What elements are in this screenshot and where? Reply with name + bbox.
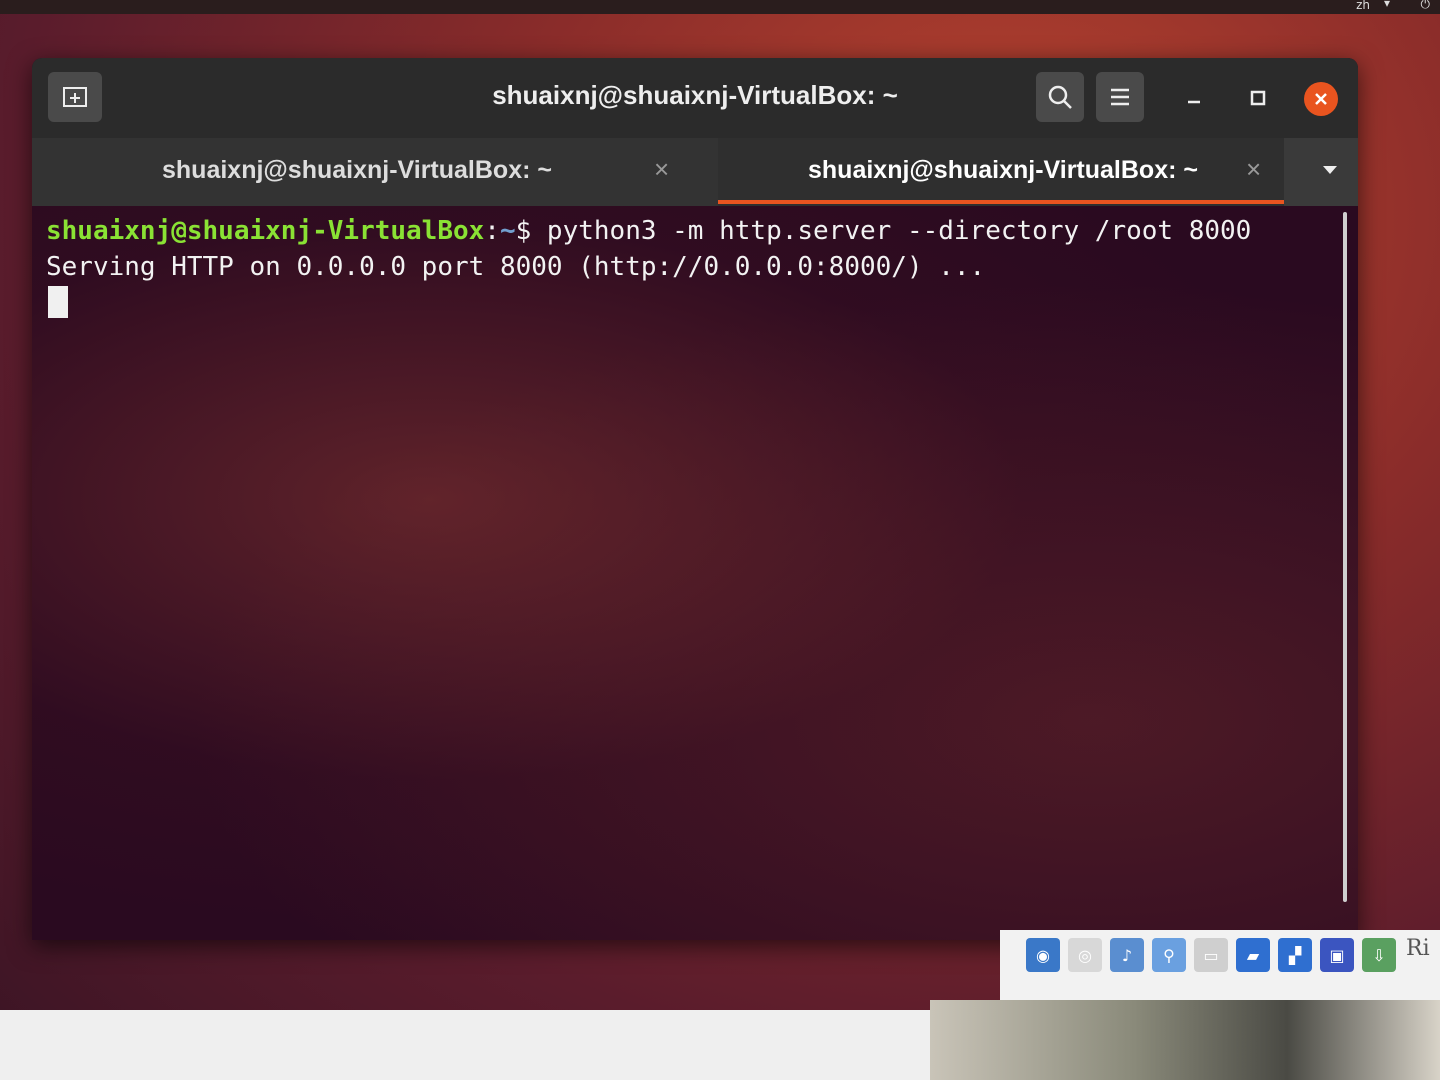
- tab-label: shuaixnj@shuaixnj-VirtualBox: ~: [162, 156, 552, 184]
- host-icon-tray: ◉ ◎ ♪ ⚲ ▭ ▰ ▞ ▣ ⇩: [1026, 938, 1396, 972]
- optical-drive-icon[interactable]: ◎: [1068, 938, 1102, 972]
- text-cursor: [48, 286, 68, 318]
- search-icon: [1048, 85, 1072, 109]
- network-icon[interactable]: ◉: [1026, 938, 1060, 972]
- command-line: shuaixnj@shuaixnj-VirtualBox:~$ python3 …: [46, 216, 1251, 246]
- input-language-indicator[interactable]: zh: [1356, 0, 1370, 12]
- tab-terminal-2-active[interactable]: shuaixnj@shuaixnj-VirtualBox: ~ ×: [718, 138, 1284, 206]
- minimize-icon: [1188, 100, 1200, 104]
- menu-button[interactable]: [1096, 72, 1144, 122]
- close-button[interactable]: [1304, 82, 1338, 116]
- tab-bar: shuaixnj@shuaixnj-VirtualBox: ~ × shuaix…: [32, 138, 1358, 206]
- terminal-output-area[interactable]: shuaixnj@shuaixnj-VirtualBox:~$ python3 …: [32, 206, 1358, 940]
- hamburger-menu-icon: [1111, 88, 1129, 106]
- prompt-symbol: $: [515, 216, 547, 246]
- prompt-path: ~: [499, 216, 516, 246]
- tab-close-icon[interactable]: ×: [1246, 154, 1261, 185]
- cpu-icon[interactable]: ▣: [1320, 938, 1354, 972]
- prompt-user: shuaixnj@shuaixnj-VirtualBox: [46, 216, 485, 246]
- terminal-window: shuaixnj@shuaixnj-VirtualBox: ~ shuaixnj…: [32, 58, 1358, 940]
- chevron-down-icon[interactable]: ▾: [1384, 0, 1390, 10]
- system-top-bar: zh ▾ ⏻: [0, 0, 1440, 14]
- window-title: shuaixnj@shuaixnj-VirtualBox: ~: [492, 80, 898, 110]
- search-button[interactable]: [1036, 72, 1084, 122]
- tabs-dropdown-button[interactable]: [1318, 158, 1342, 182]
- display-icon[interactable]: ▰: [1236, 938, 1270, 972]
- minimize-button[interactable]: [1176, 80, 1212, 116]
- tab-terminal-1[interactable]: shuaixnj@shuaixnj-VirtualBox: ~ ×: [32, 138, 718, 206]
- screen-bottom-edge: [0, 1010, 930, 1080]
- close-icon: [1315, 93, 1327, 105]
- maximize-icon: [1250, 90, 1266, 106]
- output-line: Serving HTTP on 0.0.0.0 port 8000 (http:…: [46, 252, 986, 282]
- usb-icon[interactable]: ⚲: [1152, 938, 1186, 972]
- host-background-photo: [930, 1000, 1440, 1080]
- tab-close-icon[interactable]: ×: [654, 154, 669, 185]
- command-text: python3 -m http.server --directory /root…: [546, 216, 1252, 246]
- audio-icon[interactable]: ♪: [1110, 938, 1144, 972]
- prompt-separator: :: [484, 216, 500, 246]
- maximize-button[interactable]: [1240, 80, 1276, 116]
- power-icon[interactable]: ⏻: [1421, 0, 1431, 12]
- triangle-down-icon: [1323, 166, 1337, 174]
- window-titlebar[interactable]: shuaixnj@shuaixnj-VirtualBox: ~: [32, 58, 1358, 138]
- scrollbar[interactable]: [1340, 206, 1350, 911]
- recording-icon[interactable]: ▞: [1278, 938, 1312, 972]
- host-key-label: Ri: [1406, 936, 1430, 961]
- mouse-integration-icon[interactable]: ⇩: [1362, 938, 1396, 972]
- shared-folder-icon[interactable]: ▭: [1194, 938, 1228, 972]
- active-tab-indicator: [718, 200, 1284, 204]
- scrollbar-thumb[interactable]: [1343, 212, 1347, 902]
- tab-label: shuaixnj@shuaixnj-VirtualBox: ~: [808, 156, 1198, 184]
